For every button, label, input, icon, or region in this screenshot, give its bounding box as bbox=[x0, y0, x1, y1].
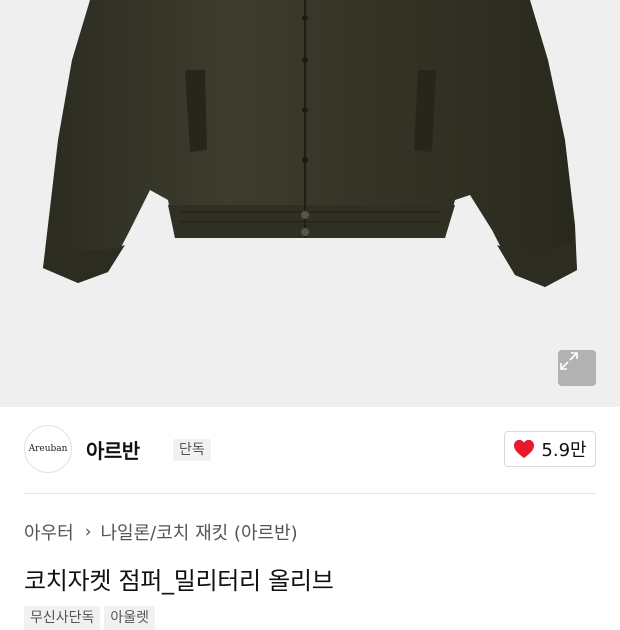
breadcrumb-category[interactable]: 아우터 bbox=[24, 519, 74, 545]
brand-row: Areuban 아르반 단독 5.9만 bbox=[24, 425, 596, 475]
brand-name[interactable]: 아르반 bbox=[86, 435, 140, 464]
exclusive-badge: 단독 bbox=[173, 439, 211, 461]
divider bbox=[24, 493, 596, 494]
like-count: 5.9만 bbox=[541, 440, 587, 461]
breadcrumb-subcategory[interactable]: 나일론/코치 재킷 (아르반) bbox=[101, 519, 298, 545]
heart-icon bbox=[514, 439, 535, 459]
tag-exclusive: 무신사단독 bbox=[24, 606, 101, 630]
breadcrumb: 아우터 › 나일론/코치 재킷 (아르반) bbox=[24, 519, 298, 545]
product-tags: 무신사단독 아울렛 bbox=[24, 606, 156, 630]
brand-logo[interactable]: Areuban bbox=[24, 425, 72, 473]
product-image[interactable] bbox=[0, 0, 620, 407]
product-title: 코치자켓 점퍼_밀리터리 올리브 bbox=[24, 567, 334, 595]
brand-logo-text: Areuban bbox=[28, 444, 68, 454]
expand-image-button[interactable] bbox=[558, 350, 596, 386]
tag-outlet: 아울렛 bbox=[104, 606, 156, 630]
like-button[interactable]: 5.9만 bbox=[504, 431, 596, 467]
jacket-illustration bbox=[43, 0, 577, 287]
expand-icon bbox=[560, 352, 578, 370]
chevron-right-icon: › bbox=[84, 522, 92, 542]
